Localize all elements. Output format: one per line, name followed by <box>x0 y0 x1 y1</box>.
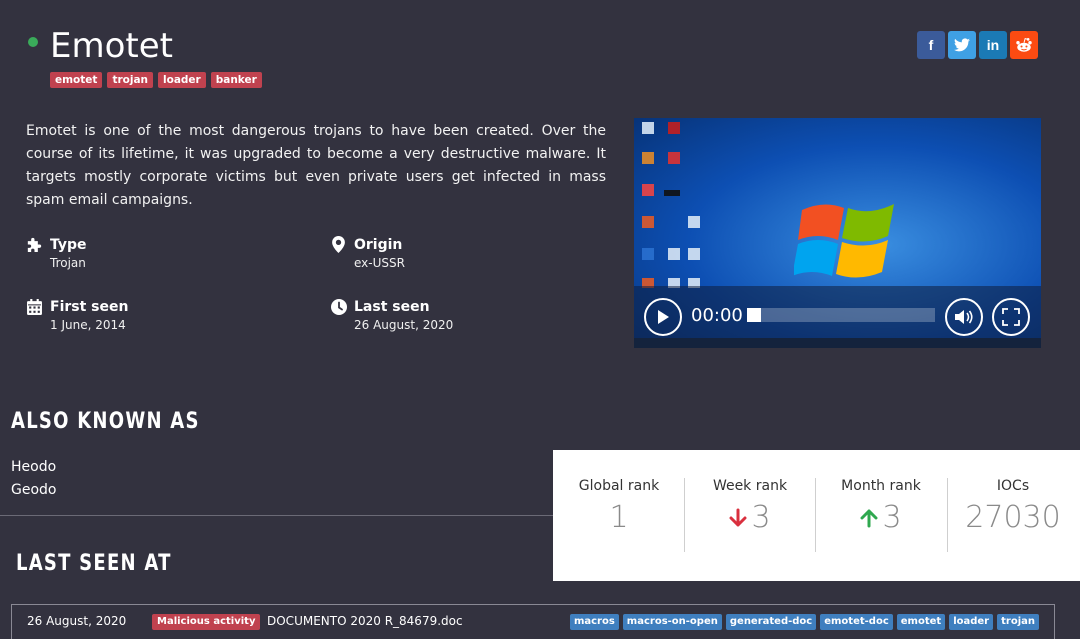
fact-last-seen-label: Last seen <box>354 298 430 315</box>
global-rank-value: 1 <box>609 500 629 535</box>
sample-tag[interactable]: generated-doc <box>725 614 817 630</box>
play-icon <box>658 310 669 324</box>
aka-list: Heodo Geodo <box>11 456 56 502</box>
sample-filename[interactable]: DOCUMENTO 2020 R_84679.doc <box>267 614 463 628</box>
fact-type-label: Type <box>50 236 87 253</box>
fact-type: Type Trojan <box>26 236 286 270</box>
tag-banker[interactable]: banker <box>210 72 262 88</box>
ioc-count-value: 27030 <box>965 500 1061 535</box>
social-share: f in <box>917 31 1038 59</box>
fact-first-seen-label: First seen <box>50 298 129 315</box>
puzzle-icon <box>26 236 43 253</box>
global-rank: Global rank 1 <box>553 478 685 535</box>
aka-name: Heodo <box>11 459 57 475</box>
fact-first-seen-value: 1 June, 2014 <box>50 318 126 332</box>
fact-last-seen: Last seen 26 August, 2020 <box>330 298 590 332</box>
fact-type-value: Trojan <box>50 256 86 270</box>
fact-origin: Origin ex-USSR <box>330 236 590 270</box>
ioc-count-label: IOCs <box>996 478 1030 494</box>
month-rank: Month rank 3 <box>815 478 947 535</box>
week-rank-value: 3 <box>751 500 771 535</box>
global-rank-label: Global rank <box>578 478 660 494</box>
linkedin-icon: in <box>986 37 1000 53</box>
video-controls: 00:00 <box>634 286 1041 348</box>
section-divider <box>0 515 560 516</box>
malware-description: Emotet is one of the most dangerous troj… <box>26 123 606 208</box>
reddit-icon <box>1016 38 1032 52</box>
sample-tag[interactable]: macros <box>569 614 619 630</box>
week-rank-label: Week rank <box>712 478 788 494</box>
fact-first-seen: First seen 1 June, 2014 <box>26 298 286 332</box>
video-timecode: 00:00 <box>691 305 743 326</box>
sample-tag[interactable]: emotet-doc <box>820 614 893 630</box>
status-dot <box>28 37 38 47</box>
sample-video-player[interactable]: 00:00 <box>634 118 1041 348</box>
reddit-share-button[interactable] <box>1010 31 1038 59</box>
sample-tag[interactable]: loader <box>949 614 994 630</box>
sample-date: 26 August, 2020 <box>27 614 127 628</box>
arrow-down-icon <box>729 508 747 526</box>
desktop-icons <box>642 122 700 288</box>
verdict-badge: Malicious activity <box>152 614 261 630</box>
calendar-icon <box>26 298 43 315</box>
month-rank-label: Month rank <box>841 478 921 494</box>
windows-logo-icon <box>794 204 894 278</box>
linkedin-share-button[interactable]: in <box>979 31 1007 59</box>
play-button[interactable] <box>644 298 682 336</box>
twitter-share-button[interactable] <box>948 31 976 59</box>
aka-name: Geodo <box>11 482 57 498</box>
table-row[interactable]: 26 August, 2020 Malicious activity DOCUM… <box>11 604 1055 639</box>
fullscreen-button[interactable] <box>992 298 1030 336</box>
volume-icon <box>955 310 973 324</box>
clock-icon <box>330 298 347 315</box>
progress-handle[interactable] <box>747 308 761 322</box>
tag-emotet[interactable]: emotet <box>50 72 103 88</box>
facebook-icon: f <box>928 37 934 53</box>
volume-button[interactable] <box>945 298 983 336</box>
sample-tag[interactable]: emotet <box>896 614 946 630</box>
tag-trojan[interactable]: trojan <box>107 72 154 88</box>
aka-title: ALSO KNOWN AS <box>11 409 200 434</box>
last-seen-title: LAST SEEN AT <box>16 551 172 576</box>
month-rank-value: 3 <box>882 500 902 535</box>
video-progress-bar[interactable] <box>747 308 935 322</box>
rank-panel: Global rank 1 Week rank 3 Month rank 3 I… <box>553 450 1080 581</box>
twitter-icon <box>954 38 970 52</box>
facebook-share-button[interactable]: f <box>917 31 945 59</box>
arrow-up-icon <box>860 509 878 527</box>
sample-tag[interactable]: trojan <box>997 614 1039 630</box>
tag-list: emotet trojan loader banker <box>50 72 262 88</box>
fact-last-seen-value: 26 August, 2020 <box>354 318 454 332</box>
sample-tag[interactable]: macros-on-open <box>622 614 722 630</box>
fullscreen-icon <box>1002 308 1020 326</box>
ioc-count: IOCs 27030 <box>947 478 1079 535</box>
fact-origin-label: Origin <box>354 236 403 253</box>
sample-tag-list: macros macros-on-open generated-doc emot… <box>569 614 1039 630</box>
fact-origin-value: ex-USSR <box>354 256 405 270</box>
week-rank: Week rank 3 <box>684 478 816 535</box>
malware-name: Emotet <box>50 26 173 66</box>
tag-loader[interactable]: loader <box>158 72 206 88</box>
map-marker-icon <box>330 236 347 253</box>
